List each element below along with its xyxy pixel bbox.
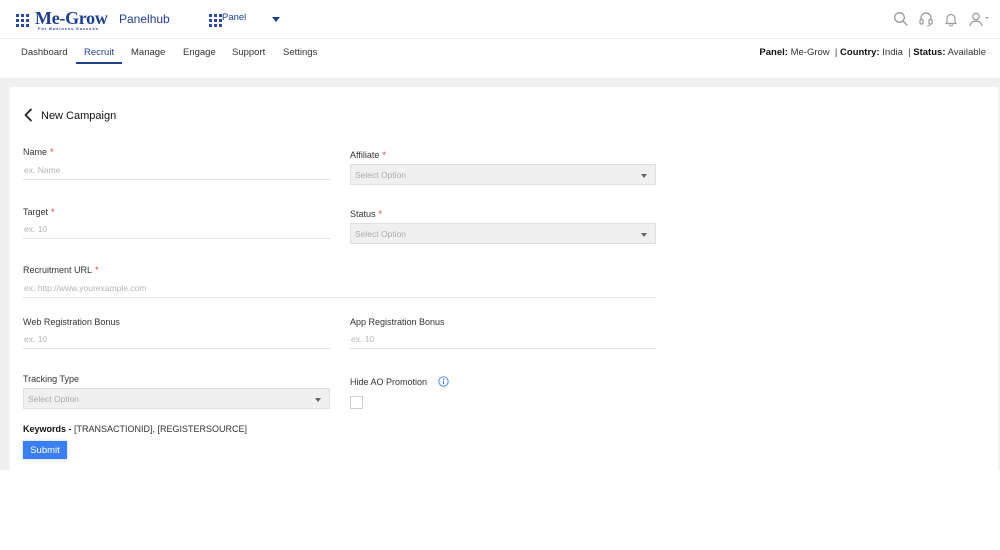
hide-ao-checkbox[interactable] xyxy=(350,396,363,409)
affiliate-select[interactable]: Select Option xyxy=(350,164,656,185)
chevron-down-icon xyxy=(641,233,647,237)
headset-icon[interactable] xyxy=(918,11,934,27)
required-mark: * xyxy=(378,209,383,219)
chevron-down-icon xyxy=(641,174,647,178)
panel-grid-icon[interactable] xyxy=(209,14,222,27)
user-icon[interactable] xyxy=(968,11,990,27)
availability-status-label: Status xyxy=(913,47,943,58)
country-status-value: India xyxy=(882,47,903,58)
affiliate-select-value: Select Option xyxy=(355,170,407,180)
keywords-line: Keywords - [TRANSACTIONID], [REGISTERSOU… xyxy=(23,424,247,434)
panel-status-label: Panel xyxy=(759,47,785,58)
nav-dashboard[interactable]: Dashboard xyxy=(21,47,67,62)
nav-support[interactable]: Support xyxy=(232,47,265,62)
chevron-down-icon xyxy=(315,398,321,402)
status-select[interactable]: Select Option xyxy=(350,223,656,244)
target-label-text: Target xyxy=(23,207,49,217)
name-label-text: Name xyxy=(23,147,48,157)
target-input[interactable] xyxy=(23,219,330,239)
top-bar: Me-Grow For Business Success Panelhub Pa… xyxy=(0,0,1000,39)
app-bonus-label: App Registration Bonus xyxy=(350,317,445,327)
recruitment-url-label: Recruitment URL * xyxy=(23,265,99,275)
required-mark: * xyxy=(50,147,54,157)
recruitment-url-input[interactable] xyxy=(23,278,656,298)
required-mark: * xyxy=(382,150,386,160)
required-mark: * xyxy=(95,265,99,275)
main-nav: Dashboard Recruit Manage Engage Support … xyxy=(0,40,1000,78)
info-icon[interactable] xyxy=(438,376,449,387)
logo[interactable]: Me-Grow For Business Success xyxy=(35,8,115,32)
bell-icon[interactable] xyxy=(943,11,959,27)
recruitment-url-label-text: Recruitment URL xyxy=(23,265,93,275)
back-arrow-icon[interactable] xyxy=(23,108,35,122)
tracking-type-select-value: Select Option xyxy=(28,394,80,404)
apps-grid-icon[interactable] xyxy=(16,14,29,27)
panel-select[interactable]: Panel xyxy=(222,12,246,23)
hide-ao-label: Hide AO Promotion xyxy=(350,377,428,387)
nav-settings[interactable]: Settings xyxy=(283,47,317,62)
country-status-label: Country xyxy=(840,47,877,58)
status-label: Status * xyxy=(350,209,382,219)
account-status: Panel: Me-Grow | Country: India | Status… xyxy=(759,47,986,58)
brand-name: Panelhub xyxy=(119,12,170,26)
page-title: New Campaign xyxy=(41,110,117,122)
app-bonus-input[interactable] xyxy=(350,329,656,349)
logo-subtext: For Business Success xyxy=(38,26,99,31)
required-mark: * xyxy=(51,207,55,217)
affiliate-label-text: Affiliate xyxy=(350,150,380,160)
search-icon[interactable] xyxy=(893,11,909,27)
status-select-value: Select Option xyxy=(355,229,407,239)
keywords-label: Keywords - xyxy=(23,424,72,434)
target-label: Target * xyxy=(23,207,55,217)
web-bonus-label: Web Registration Bonus xyxy=(23,317,120,327)
affiliate-label: Affiliate * xyxy=(350,150,386,160)
status-label-text: Status xyxy=(350,209,376,219)
nav-recruit[interactable]: Recruit xyxy=(76,47,123,64)
nav-engage[interactable]: Engage xyxy=(183,47,216,62)
name-label: Name * xyxy=(23,147,54,157)
tracking-type-label: Tracking Type xyxy=(23,374,80,384)
chevron-down-icon[interactable] xyxy=(272,17,280,22)
availability-status-value: Available xyxy=(947,47,986,58)
web-bonus-input[interactable] xyxy=(23,329,330,349)
keywords-value: [TRANSACTIONID], [REGISTERSOURCE] xyxy=(74,424,248,434)
panel-status-value: Me-Grow xyxy=(790,47,830,58)
name-input[interactable] xyxy=(23,160,330,180)
nav-manage[interactable]: Manage xyxy=(131,47,165,62)
submit-button[interactable]: Submit xyxy=(23,441,67,459)
tracking-type-select[interactable]: Select Option xyxy=(23,388,330,409)
